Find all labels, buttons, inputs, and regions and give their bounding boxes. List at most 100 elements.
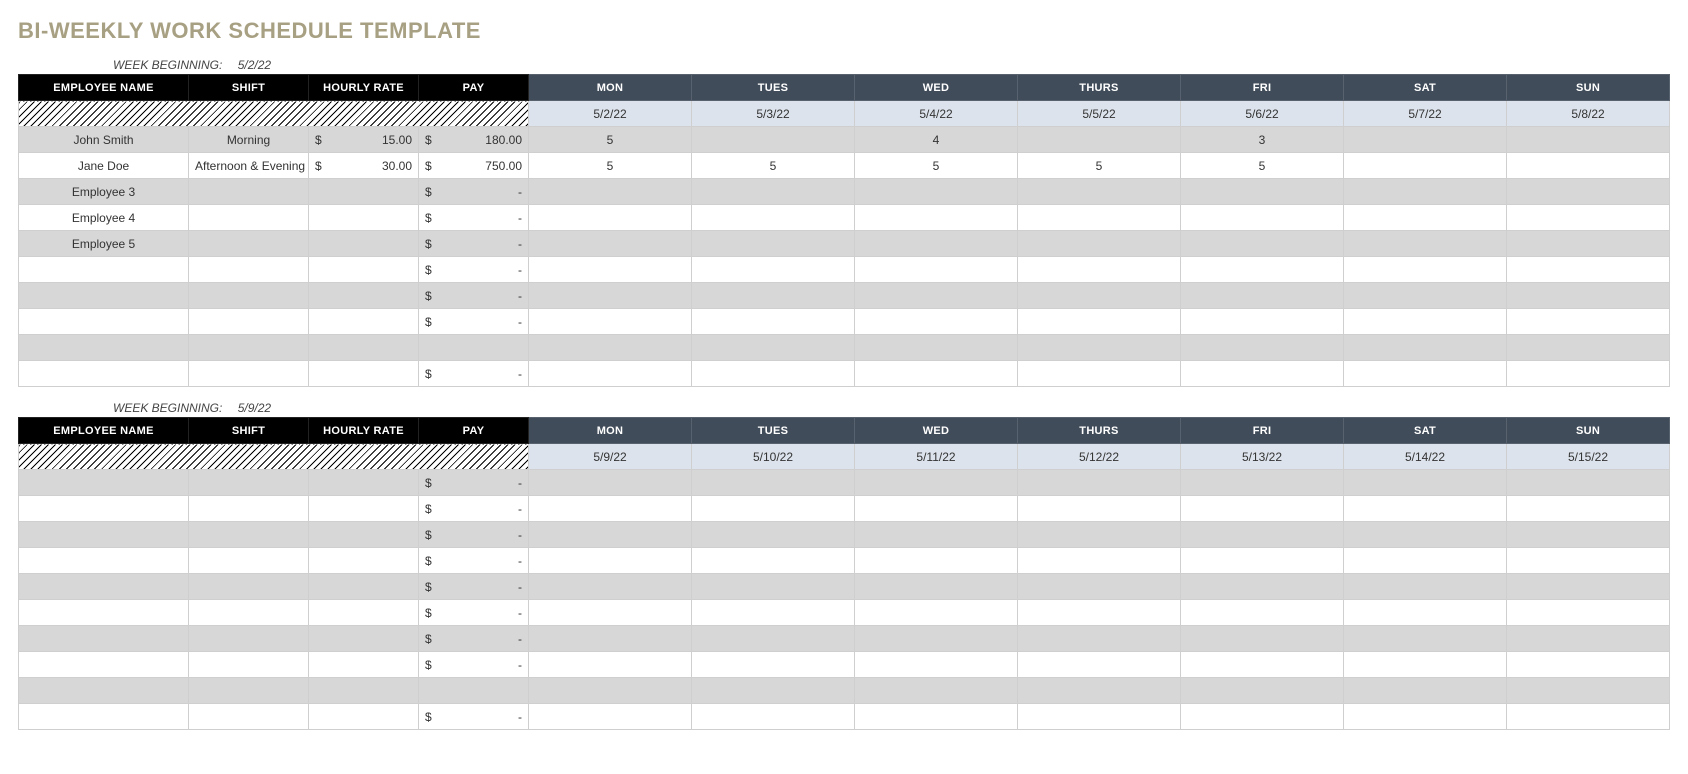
pay-cell[interactable]: $- xyxy=(419,600,529,626)
hours-cell[interactable] xyxy=(855,574,1018,600)
pay-cell[interactable]: $- xyxy=(419,179,529,205)
shift-cell[interactable] xyxy=(189,470,309,496)
hours-cell[interactable] xyxy=(1507,652,1670,678)
rate-cell[interactable] xyxy=(309,548,419,574)
hours-cell[interactable] xyxy=(1507,153,1670,179)
shift-cell[interactable] xyxy=(189,496,309,522)
employee-name-cell[interactable] xyxy=(19,626,189,652)
employee-name-cell[interactable] xyxy=(19,470,189,496)
hours-cell[interactable] xyxy=(855,704,1018,730)
hours-cell[interactable] xyxy=(1018,335,1181,361)
hours-cell[interactable] xyxy=(1181,652,1344,678)
rate-cell[interactable] xyxy=(309,626,419,652)
hours-cell[interactable] xyxy=(1018,652,1181,678)
pay-cell[interactable]: $- xyxy=(419,470,529,496)
shift-cell[interactable] xyxy=(189,283,309,309)
shift-cell[interactable]: Morning xyxy=(189,127,309,153)
hours-cell[interactable] xyxy=(529,522,692,548)
hours-cell[interactable] xyxy=(855,522,1018,548)
hours-cell[interactable] xyxy=(1507,283,1670,309)
hours-cell[interactable] xyxy=(1018,626,1181,652)
pay-cell[interactable]: $- xyxy=(419,205,529,231)
hours-cell[interactable] xyxy=(1181,309,1344,335)
hours-cell[interactable] xyxy=(1507,600,1670,626)
hours-cell[interactable] xyxy=(1181,574,1344,600)
pay-cell[interactable]: $750.00 xyxy=(419,153,529,179)
pay-cell[interactable]: $- xyxy=(419,548,529,574)
hours-cell[interactable] xyxy=(855,257,1018,283)
hours-cell[interactable] xyxy=(529,179,692,205)
hours-cell[interactable] xyxy=(855,231,1018,257)
hours-cell[interactable] xyxy=(1507,626,1670,652)
hours-cell[interactable] xyxy=(529,678,692,704)
hours-cell[interactable] xyxy=(1507,522,1670,548)
hours-cell[interactable] xyxy=(1018,522,1181,548)
hours-cell[interactable] xyxy=(1344,335,1507,361)
rate-cell[interactable] xyxy=(309,205,419,231)
hours-cell[interactable] xyxy=(1344,600,1507,626)
rate-cell[interactable] xyxy=(309,231,419,257)
hours-cell[interactable]: 5 xyxy=(1181,153,1344,179)
rate-cell[interactable] xyxy=(309,361,419,387)
hours-cell[interactable] xyxy=(692,704,855,730)
hours-cell[interactable] xyxy=(1181,522,1344,548)
hours-cell[interactable] xyxy=(855,548,1018,574)
employee-name-cell[interactable] xyxy=(19,704,189,730)
rate-cell[interactable] xyxy=(309,470,419,496)
hours-cell[interactable] xyxy=(1344,309,1507,335)
hours-cell[interactable] xyxy=(1018,205,1181,231)
hours-cell[interactable] xyxy=(1507,704,1670,730)
hours-cell[interactable] xyxy=(1344,548,1507,574)
rate-cell[interactable]: $30.00 xyxy=(309,153,419,179)
hours-cell[interactable] xyxy=(1344,574,1507,600)
hours-cell[interactable] xyxy=(1018,309,1181,335)
rate-cell[interactable] xyxy=(309,179,419,205)
hours-cell[interactable] xyxy=(529,626,692,652)
shift-cell[interactable] xyxy=(189,652,309,678)
hours-cell[interactable] xyxy=(1018,470,1181,496)
hours-cell[interactable] xyxy=(529,309,692,335)
employee-name-cell[interactable] xyxy=(19,361,189,387)
hours-cell[interactable] xyxy=(692,600,855,626)
hours-cell[interactable] xyxy=(1344,153,1507,179)
hours-cell[interactable] xyxy=(855,179,1018,205)
hours-cell[interactable] xyxy=(529,283,692,309)
hours-cell[interactable] xyxy=(1344,361,1507,387)
employee-name-cell[interactable] xyxy=(19,335,189,361)
pay-cell[interactable]: $- xyxy=(419,257,529,283)
rate-cell[interactable] xyxy=(309,522,419,548)
employee-name-cell[interactable]: Employee 4 xyxy=(19,205,189,231)
hours-cell[interactable] xyxy=(1507,335,1670,361)
shift-cell[interactable] xyxy=(189,704,309,730)
hours-cell[interactable] xyxy=(855,496,1018,522)
hours-cell[interactable] xyxy=(692,127,855,153)
hours-cell[interactable] xyxy=(692,179,855,205)
rate-cell[interactable] xyxy=(309,678,419,704)
hours-cell[interactable] xyxy=(855,335,1018,361)
shift-cell[interactable]: Afternoon & Evening xyxy=(189,153,309,179)
hours-cell[interactable] xyxy=(529,205,692,231)
hours-cell[interactable] xyxy=(1181,678,1344,704)
shift-cell[interactable] xyxy=(189,257,309,283)
rate-cell[interactable] xyxy=(309,652,419,678)
hours-cell[interactable] xyxy=(1344,283,1507,309)
hours-cell[interactable] xyxy=(529,361,692,387)
hours-cell[interactable] xyxy=(1507,678,1670,704)
hours-cell[interactable] xyxy=(1018,127,1181,153)
shift-cell[interactable] xyxy=(189,231,309,257)
hours-cell[interactable] xyxy=(692,361,855,387)
employee-name-cell[interactable]: Employee 5 xyxy=(19,231,189,257)
hours-cell[interactable] xyxy=(1181,205,1344,231)
hours-cell[interactable] xyxy=(529,335,692,361)
hours-cell[interactable]: 3 xyxy=(1181,127,1344,153)
rate-cell[interactable] xyxy=(309,574,419,600)
hours-cell[interactable] xyxy=(529,652,692,678)
pay-cell[interactable]: $- xyxy=(419,574,529,600)
hours-cell[interactable] xyxy=(1018,257,1181,283)
shift-cell[interactable] xyxy=(189,205,309,231)
hours-cell[interactable]: 5 xyxy=(529,127,692,153)
hours-cell[interactable] xyxy=(1507,470,1670,496)
hours-cell[interactable] xyxy=(1507,205,1670,231)
hours-cell[interactable] xyxy=(1018,600,1181,626)
employee-name-cell[interactable] xyxy=(19,548,189,574)
